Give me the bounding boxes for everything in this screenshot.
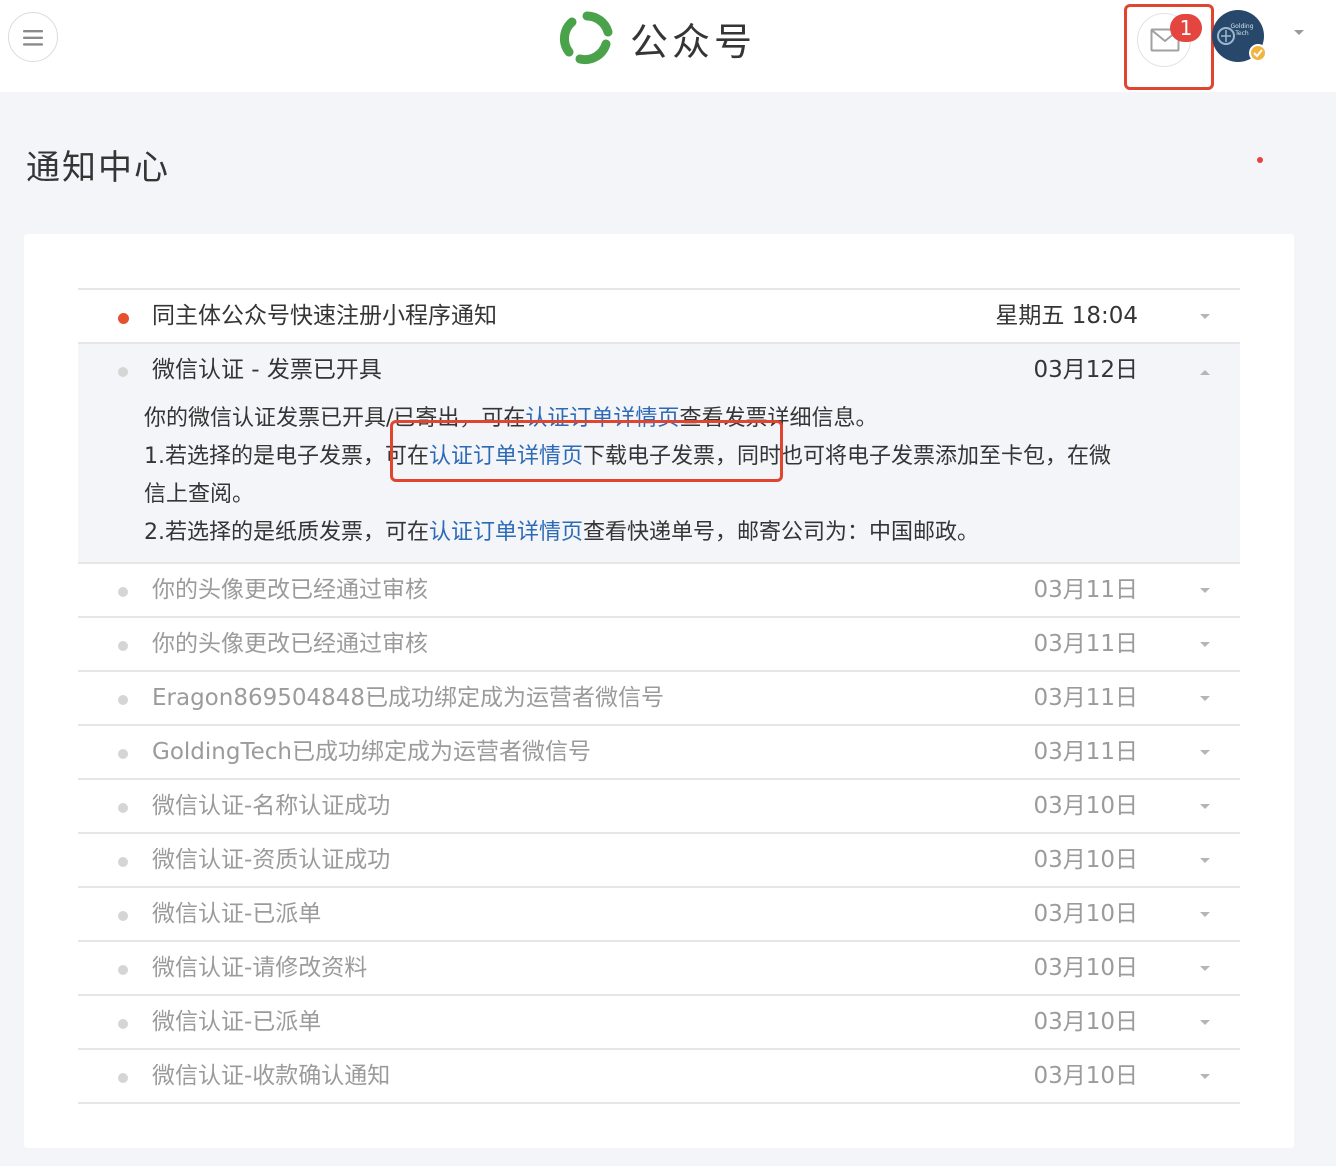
read-dot-icon (118, 1019, 128, 1029)
order-detail-link[interactable]: 认证订单详情页 (429, 520, 583, 545)
verified-check-icon (1249, 44, 1267, 62)
read-dot-icon (118, 1073, 128, 1083)
notification-title: 你的头像更改已经通过审核 (152, 631, 428, 657)
notification-title: GoldingTech已成功绑定成为运营者微信号 (152, 739, 591, 765)
notification-date: 03月10日 (1033, 901, 1138, 927)
account-dropdown-chevron-icon[interactable] (1294, 30, 1304, 35)
notification-date: 03月11日 (1033, 685, 1138, 711)
notification-title: 微信认证-收款确认通知 (152, 1063, 391, 1089)
read-dot-icon (118, 695, 128, 705)
notification-row[interactable]: 你的头像更改已经通过审核 03月11日 (78, 618, 1240, 672)
read-dot-icon (118, 965, 128, 975)
notification-date: 星期五 18:04 (995, 303, 1138, 329)
read-dot-icon (118, 857, 128, 867)
menu-button[interactable] (8, 12, 58, 62)
read-dot-icon (118, 911, 128, 921)
avatar-label: Golding Tech (1230, 23, 1254, 37)
notification-date: 03月10日 (1033, 1063, 1138, 1089)
notification-row[interactable]: Eragon869504848已成功绑定成为运营者微信号 03月11日 (78, 672, 1240, 726)
chevron-down-icon[interactable] (1200, 696, 1210, 701)
notification-date: 03月12日 (1033, 357, 1138, 383)
notification-row[interactable]: 微信认证-名称认证成功 03月10日 (78, 780, 1240, 834)
hamburger-icon (23, 30, 43, 46)
notification-row[interactable]: 微信认证-收款确认通知 03月10日 (78, 1050, 1240, 1104)
page-title: 通知中心 (26, 148, 170, 188)
notification-title: Eragon869504848已成功绑定成为运营者微信号 (152, 685, 665, 711)
chevron-down-icon[interactable] (1200, 912, 1210, 917)
notification-row[interactable]: 微信认证-请修改资料 03月10日 (78, 942, 1240, 996)
annotation-highlight-box (1124, 4, 1214, 90)
chevron-down-icon[interactable] (1200, 966, 1210, 971)
chevron-down-icon[interactable] (1200, 750, 1210, 755)
brand[interactable]: 公众号 (558, 10, 756, 66)
notification-date: 03月10日 (1033, 793, 1138, 819)
unread-indicator-dot (1257, 157, 1263, 163)
chevron-down-icon[interactable] (1200, 588, 1210, 593)
brand-name: 公众号 (630, 19, 757, 64)
chevron-down-icon[interactable] (1200, 1074, 1210, 1079)
notification-title: 微信认证-名称认证成功 (152, 793, 391, 819)
top-bar: 公众号 1 Golding Tech (0, 0, 1336, 92)
chevron-down-icon[interactable] (1200, 642, 1210, 647)
read-dot-icon (118, 803, 128, 813)
notification-row[interactable]: GoldingTech已成功绑定成为运营者微信号 03月11日 (78, 726, 1240, 780)
detail-line: 2.若选择的是纸质发票，可在认证订单详情页查看快递单号，邮寄公司为：中国邮政。 (144, 520, 980, 545)
chevron-down-icon[interactable] (1200, 1020, 1210, 1025)
unread-dot-icon (118, 313, 129, 324)
notification-title: 微信认证-资质认证成功 (152, 847, 391, 873)
read-dot-icon (118, 587, 128, 597)
notification-date: 03月10日 (1033, 1009, 1138, 1035)
notification-row[interactable]: 你的头像更改已经通过审核 03月11日 (78, 564, 1240, 618)
notification-panel: 同主体公众号快速注册小程序通知 星期五 18:04 微信认证 - 发票已开具 0… (24, 234, 1294, 1148)
read-dot-icon (118, 641, 128, 651)
notification-title: 微信认证-已派单 (152, 901, 322, 927)
chevron-down-icon[interactable] (1200, 804, 1210, 809)
notification-title: 你的头像更改已经通过审核 (152, 577, 428, 603)
notification-date: 03月11日 (1033, 631, 1138, 657)
notification-title: 微信认证-已派单 (152, 1009, 322, 1035)
chevron-down-icon[interactable] (1200, 314, 1210, 319)
notification-title: 微信认证 - 发票已开具 (152, 357, 382, 383)
notification-date: 03月11日 (1033, 739, 1138, 765)
read-dot-icon (118, 749, 128, 759)
notification-date: 03月11日 (1033, 577, 1138, 603)
chevron-down-icon[interactable] (1200, 858, 1210, 863)
notification-list: 同主体公众号快速注册小程序通知 星期五 18:04 微信认证 - 发票已开具 0… (78, 288, 1240, 1104)
notification-row[interactable]: 同主体公众号快速注册小程序通知 星期五 18:04 (78, 290, 1240, 344)
notification-title: 微信认证-请修改资料 (152, 955, 368, 981)
chevron-up-icon[interactable] (1200, 370, 1210, 375)
notification-title: 同主体公众号快速注册小程序通知 (152, 303, 497, 329)
annotation-highlight-box (390, 420, 783, 482)
notification-row[interactable]: 微信认证-已派单 03月10日 (78, 888, 1240, 942)
official-account-logo-icon (559, 11, 613, 65)
notification-date: 03月10日 (1033, 955, 1138, 981)
notification-row[interactable]: 微信认证-资质认证成功 03月10日 (78, 834, 1240, 888)
notification-date: 03月10日 (1033, 847, 1138, 873)
notification-row[interactable]: 微信认证-已派单 03月10日 (78, 996, 1240, 1050)
read-dot-icon (118, 367, 128, 377)
